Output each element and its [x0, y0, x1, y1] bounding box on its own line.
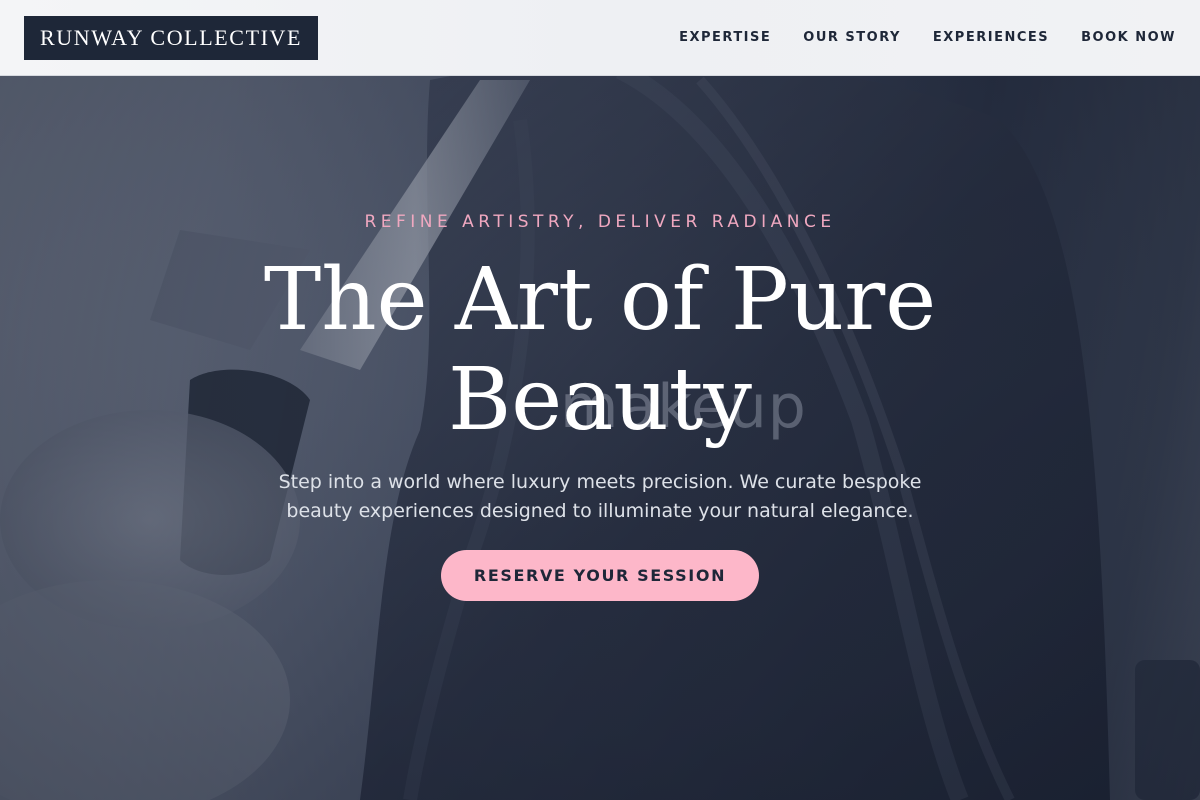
nav-link-our-story[interactable]: OUR STORY — [803, 30, 901, 45]
hero-eyebrow: REFINE ARTISTRY, DELIVER RADIANCE — [364, 212, 836, 232]
nav-link-book-now[interactable]: BOOK NOW — [1081, 30, 1176, 45]
nav-link-expertise[interactable]: EXPERTISE — [679, 30, 771, 45]
hero-headline: The Art of Pure Beauty — [0, 250, 1200, 450]
hero-subtext: Step into a world where luxury meets pre… — [278, 471, 922, 522]
nav-link-experiences[interactable]: EXPERIENCES — [933, 30, 1049, 45]
main-nav: EXPERTISE OUR STORY EXPERIENCES BOOK NOW — [679, 30, 1176, 45]
hero-headline-line2: Beauty — [448, 350, 752, 450]
brand-logo[interactable]: RUNWAY COLLECTIVE — [24, 15, 319, 60]
hero-content: REFINE ARTISTRY, DELIVER RADIANCE The Ar… — [0, 0, 1200, 800]
reserve-session-button[interactable]: RESERVE YOUR SESSION — [441, 550, 759, 601]
hero-headline-line1: The Art of Pure — [263, 250, 937, 350]
site-header: RUNWAY COLLECTIVE EXPERTISE OUR STORY EX… — [0, 0, 1200, 76]
